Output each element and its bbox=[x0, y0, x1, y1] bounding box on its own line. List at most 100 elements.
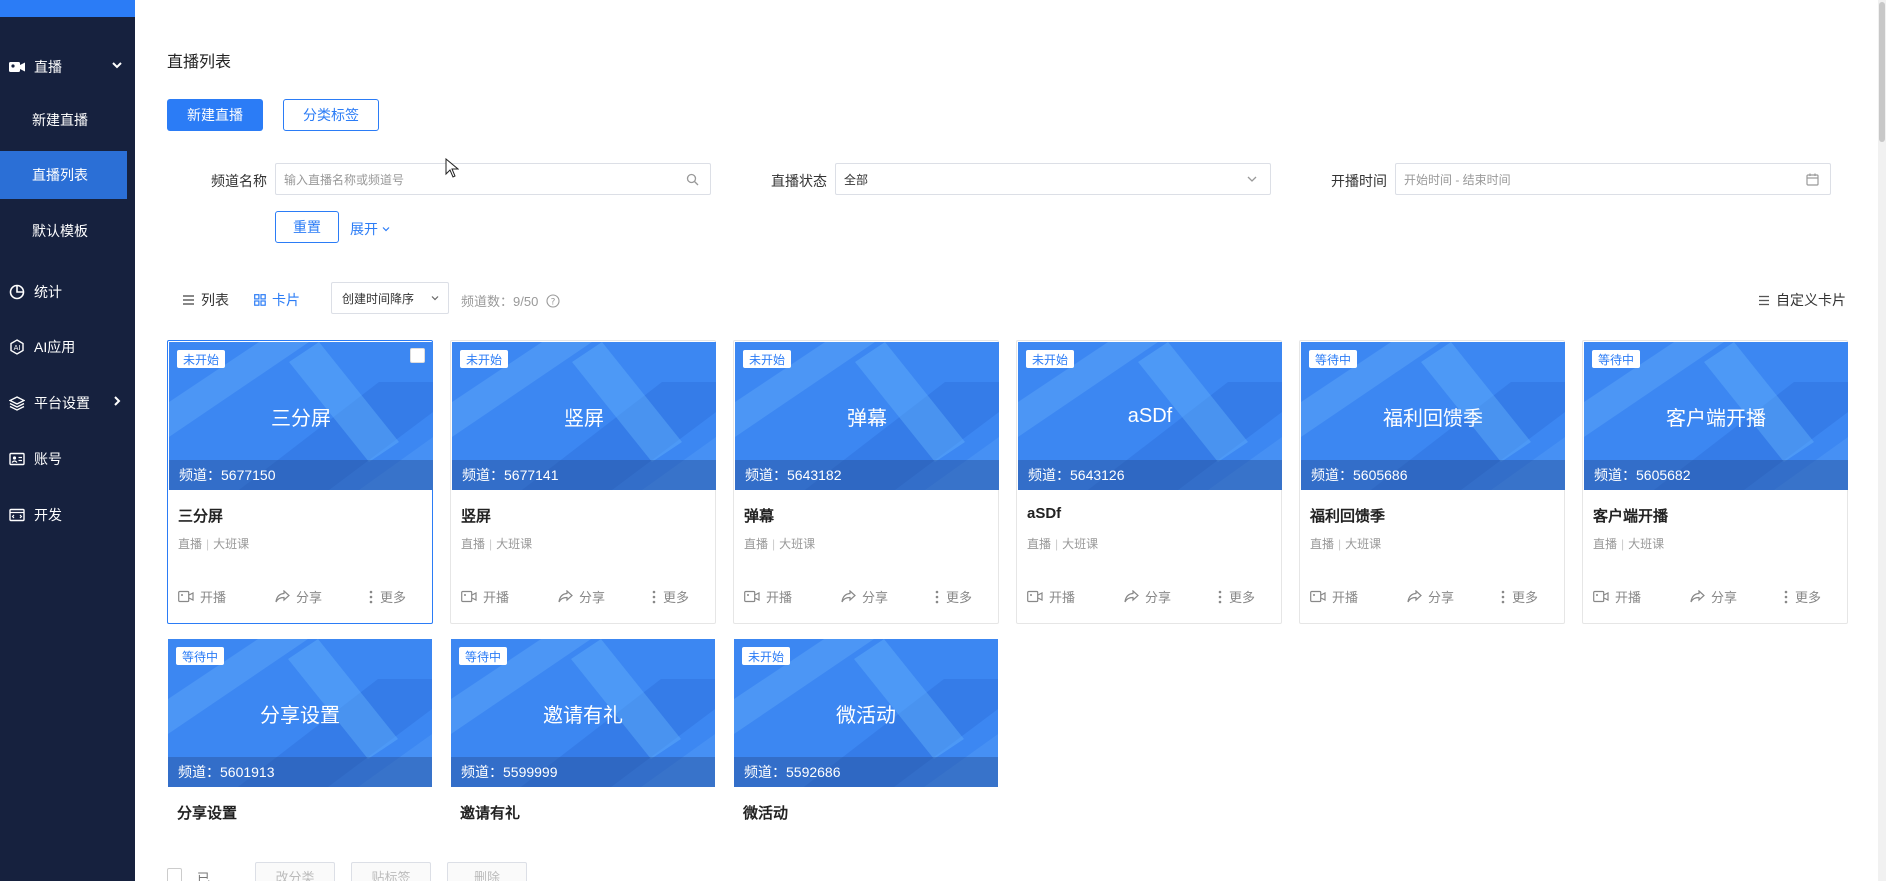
pie-chart-icon bbox=[8, 283, 26, 301]
live-card[interactable]: 弹幕 未开始 频道： 5643182 弹幕 直播 | 大班课 开播 分享 更多 bbox=[733, 340, 999, 624]
card-title[interactable]: 竖屏 bbox=[461, 505, 491, 526]
list-view-toggle[interactable]: 列表 bbox=[182, 290, 229, 310]
card-title[interactable]: 分享设置 bbox=[177, 802, 237, 823]
card-cover[interactable]: 分享设置 等待中 频道： 5601913 bbox=[168, 639, 432, 787]
nav-live[interactable]: 直播 bbox=[0, 47, 135, 87]
nav-ai[interactable]: AI AI应用 bbox=[0, 327, 135, 367]
more-label: 更多 bbox=[663, 590, 690, 605]
live-card[interactable]: 邀请有礼 等待中 频道： 5599999 邀请有礼 直播|大班课 开播 bbox=[450, 638, 716, 834]
nav-platform-settings[interactable]: 平台设置 bbox=[0, 383, 135, 423]
change-category-button[interactable]: 改分类 bbox=[255, 862, 335, 881]
video-camera-icon bbox=[178, 590, 194, 603]
share-button[interactable]: 分享 bbox=[275, 587, 322, 606]
card-cover[interactable]: 微活动 未开始 频道： 5592686 bbox=[734, 639, 998, 787]
start-live-button[interactable]: 开播 bbox=[1027, 587, 1075, 606]
share-button[interactable]: 分享 bbox=[1690, 587, 1737, 606]
channel-prefix: 频道： bbox=[744, 764, 786, 780]
sidebar-top-accent bbox=[0, 0, 135, 17]
card-cover[interactable]: 三分屏 未开始 频道： 5677150 bbox=[169, 342, 433, 490]
more-label: 更多 bbox=[946, 590, 973, 605]
id-card-icon bbox=[8, 450, 26, 468]
live-status-select[interactable]: 全部 bbox=[835, 163, 1271, 195]
start-live-label: 开播 bbox=[1049, 590, 1076, 605]
nav-account[interactable]: 账号 bbox=[0, 439, 135, 479]
nav-sub-live-list[interactable]: 直播列表 bbox=[0, 151, 127, 199]
card-tags: 直播|大班课 bbox=[460, 832, 531, 834]
share-button[interactable]: 分享 bbox=[1124, 587, 1171, 606]
live-card[interactable]: 微活动 未开始 频道： 5592686 微活动 直播|大班课 开播 bbox=[733, 638, 999, 834]
start-live-label: 开播 bbox=[1615, 590, 1642, 605]
add-tag-button[interactable]: 贴标签 bbox=[351, 862, 431, 881]
card-actions: 开播 分享 更多 bbox=[451, 587, 717, 611]
video-camera-icon bbox=[1027, 590, 1043, 603]
more-label: 更多 bbox=[1229, 590, 1256, 605]
more-button[interactable]: 更多 bbox=[934, 587, 972, 606]
share-label: 分享 bbox=[1145, 590, 1172, 605]
status-badge: 等待中 bbox=[176, 647, 225, 665]
more-vertical-icon bbox=[934, 590, 940, 604]
card-cover[interactable]: 弹幕 未开始 频道： 5643182 bbox=[735, 342, 999, 490]
channel-search-placeholder: 输入直播名称或频道号 bbox=[284, 172, 405, 187]
share-button[interactable]: 分享 bbox=[558, 587, 605, 606]
nav-dev[interactable]: 开发 bbox=[0, 495, 135, 535]
select-all-checkbox[interactable] bbox=[167, 868, 182, 881]
nav-sub-default-template[interactable]: 默认模板 bbox=[0, 207, 127, 255]
start-live-button[interactable]: 开播 bbox=[1593, 587, 1641, 606]
share-button[interactable]: 分享 bbox=[841, 587, 888, 606]
card-cover[interactable]: 邀请有礼 等待中 频道： 5599999 bbox=[451, 639, 715, 787]
card-actions: 开播 分享 更多 bbox=[734, 587, 1000, 611]
live-card[interactable]: 福利回馈季 等待中 频道： 5605686 福利回馈季 直播|大班课 开播 bbox=[1299, 340, 1565, 624]
card-cover[interactable]: 客户端开播 等待中 频道： 5605682 bbox=[1584, 342, 1848, 490]
list-view-label: 列表 bbox=[201, 292, 229, 308]
card-title[interactable]: aSDf bbox=[1027, 505, 1061, 522]
more-button[interactable]: 更多 bbox=[368, 587, 406, 606]
more-button[interactable]: 更多 bbox=[1500, 587, 1538, 606]
more-button[interactable]: 更多 bbox=[1217, 587, 1255, 606]
share-icon bbox=[1407, 590, 1422, 603]
live-card[interactable]: 竖屏 未开始 频道： 5677141 竖屏 直播 | 大班课 开播 分享 更多 bbox=[450, 340, 716, 624]
share-button[interactable]: 分享 bbox=[1407, 587, 1454, 606]
nav-live-label: 直播 bbox=[34, 59, 62, 75]
card-view-toggle[interactable]: 卡片 bbox=[254, 290, 300, 310]
start-live-button[interactable]: 开播 bbox=[744, 587, 792, 606]
delete-button[interactable]: 删除 bbox=[447, 862, 527, 881]
start-live-button[interactable]: 开播 bbox=[461, 587, 509, 606]
start-time-range-input[interactable]: 开始时间 - 结束时间 bbox=[1395, 163, 1831, 195]
more-vertical-icon bbox=[1500, 590, 1506, 604]
channel-search-input[interactable]: 输入直播名称或频道号 bbox=[275, 163, 711, 195]
nav-stats[interactable]: 统计 bbox=[0, 272, 135, 312]
card-cover[interactable]: aSDf 未开始 频道： 5643126 bbox=[1018, 342, 1282, 490]
card-title[interactable]: 微活动 bbox=[743, 802, 788, 823]
new-live-button[interactable]: 新建直播 bbox=[167, 99, 263, 131]
expand-filters-link[interactable]: 展开 bbox=[350, 219, 391, 239]
live-card[interactable]: 分享设置 等待中 频道： 5601913 分享设置 直播|大班课 开播 bbox=[167, 638, 433, 834]
start-live-button[interactable]: 开播 bbox=[178, 587, 226, 606]
start-live-button[interactable]: 开播 bbox=[1310, 587, 1358, 606]
card-title[interactable]: 三分屏 bbox=[178, 505, 223, 526]
status-badge: 等待中 bbox=[459, 647, 508, 665]
main-content: 直播列表 新建直播 分类标签 频道名称 输入直播名称或频道号 直播状态 全部 开… bbox=[135, 0, 1886, 881]
nav-sub-default-template-label: 默认模板 bbox=[32, 223, 88, 239]
card-cover[interactable]: 竖屏 未开始 频道： 5677141 bbox=[452, 342, 716, 490]
share-label: 分享 bbox=[579, 590, 606, 605]
scrollbar[interactable] bbox=[1878, 0, 1886, 881]
card-cover[interactable]: 福利回馈季 等待中 频道： 5605686 bbox=[1301, 342, 1565, 490]
card-title[interactable]: 邀请有礼 bbox=[460, 802, 520, 823]
more-button[interactable]: 更多 bbox=[651, 587, 689, 606]
card-checkbox[interactable] bbox=[410, 348, 425, 363]
live-card[interactable]: 客户端开播 等待中 频道： 5605682 客户端开播 直播|大班课 开播 bbox=[1582, 340, 1848, 624]
more-button[interactable]: 更多 bbox=[1783, 587, 1821, 606]
nav-sub-new-live[interactable]: 新建直播 bbox=[0, 96, 127, 144]
card-title[interactable]: 客户端开播 bbox=[1593, 505, 1668, 526]
share-label: 分享 bbox=[862, 590, 889, 605]
sort-select[interactable]: 创建时间降序 bbox=[331, 282, 449, 314]
live-card[interactable]: aSDf 未开始 频道： 5643126 aSDf 直播 | 大班课 开播 分享… bbox=[1016, 340, 1282, 624]
custom-card-button[interactable]: 自定义卡片 bbox=[1758, 290, 1846, 310]
help-icon[interactable]: ? bbox=[546, 293, 560, 308]
reset-button[interactable]: 重置 bbox=[275, 211, 339, 243]
card-title[interactable]: 福利回馈季 bbox=[1310, 505, 1385, 526]
card-title[interactable]: 弹幕 bbox=[744, 505, 774, 526]
category-tags-button[interactable]: 分类标签 bbox=[283, 99, 379, 131]
scrollbar-thumb[interactable] bbox=[1879, 2, 1885, 142]
live-card[interactable]: 三分屏 未开始 频道： 5677150 三分屏 直播 | 大班课 开播 分享 更… bbox=[167, 340, 433, 624]
